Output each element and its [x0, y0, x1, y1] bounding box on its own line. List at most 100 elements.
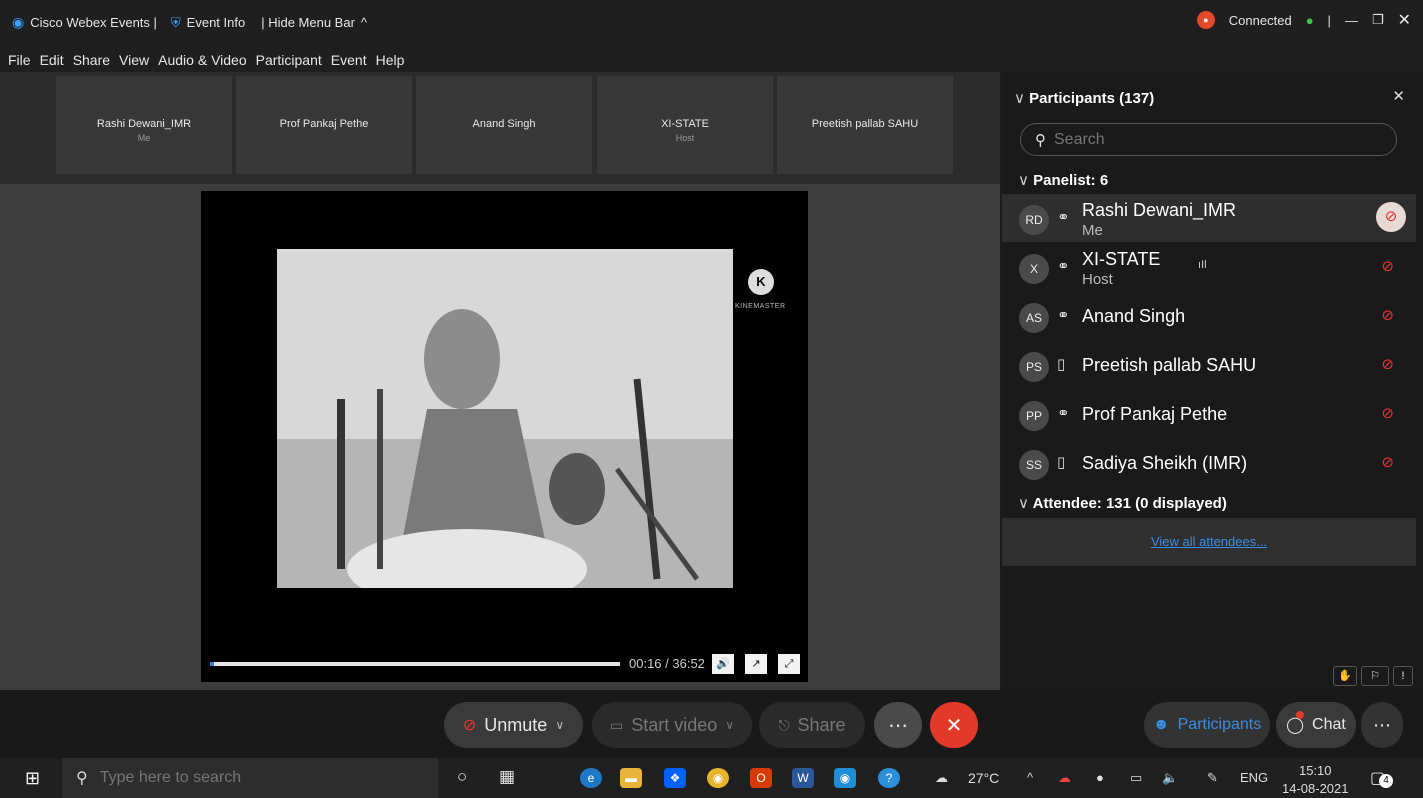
menu-help[interactable]: Help — [376, 52, 405, 68]
pen-icon[interactable]: ✎ — [1207, 770, 1218, 786]
participant-row[interactable]: RD ⚭ Rashi Dewani_IMR Me ⊘ — [1002, 194, 1416, 242]
word-icon[interactable]: W — [792, 768, 814, 788]
task-view-icon[interactable]: ▦ — [499, 767, 515, 787]
participant-name: XI-STATE — [1082, 249, 1161, 269]
record-icon[interactable]: ● — [1196, 11, 1215, 29]
share-label: Share — [797, 714, 846, 735]
taskbar-search-input[interactable] — [99, 769, 400, 787]
onedrive-icon[interactable]: ☁ — [1058, 770, 1071, 786]
mic-muted-icon: ⊘ — [462, 717, 477, 734]
event-info-link[interactable]: Event Info — [187, 15, 246, 30]
taskbar-search[interactable]: ⚲ — [62, 758, 438, 798]
more-options-button[interactable]: ⋯ — [874, 702, 922, 748]
progress-bar[interactable] — [210, 662, 620, 666]
menu-view[interactable]: View — [119, 52, 149, 68]
windows-start-icon[interactable]: ⊞ — [25, 768, 40, 789]
search-input[interactable] — [1054, 130, 1374, 149]
alert-icon[interactable]: ! — [1393, 666, 1413, 686]
menu-audio-video[interactable]: Audio & Video — [158, 52, 246, 68]
volume-icon[interactable]: 🔊 — [712, 654, 734, 674]
chevron-down-icon[interactable]: ∨ — [555, 718, 564, 732]
raise-hand-icon[interactable]: ✋ — [1333, 666, 1357, 686]
menu-file[interactable]: File — [8, 52, 31, 68]
share-button[interactable]: ⎋ Share — [759, 702, 865, 748]
tile-preetish[interactable]: Preetish pallab SAHU — [777, 76, 953, 174]
attendee-section-header[interactable]: ∨ Attendee: 131 (0 displayed) — [1018, 494, 1227, 512]
volume-icon[interactable]: 🔈 — [1162, 770, 1178, 786]
shield-icon: ⛨ — [170, 14, 181, 30]
edge-icon[interactable]: e — [580, 768, 602, 788]
tray-expand-icon[interactable]: ^ — [1027, 770, 1033, 785]
cortana-icon[interactable]: ○ — [457, 767, 467, 787]
microphone-icon[interactable]: ● — [1096, 770, 1104, 785]
fullscreen-icon[interactable]: ⤢ — [778, 654, 800, 674]
tile-name: Preetish pallab SAHU — [811, 118, 919, 130]
participant-tiles: Rashi Dewani_IMR Me Prof Pankaj Pethe An… — [0, 72, 1000, 184]
tile-pankaj[interactable]: Prof Pankaj Pethe — [236, 76, 412, 174]
weather-icon[interactable]: ☁ — [935, 770, 948, 786]
close-icon[interactable]: ✕ — [1398, 10, 1411, 30]
more-panels-button[interactable]: ⋯ — [1361, 702, 1403, 748]
chat-toggle[interactable]: ◯ Chat — [1276, 702, 1356, 748]
view-all-attendees-link[interactable]: View all attendees... — [1151, 534, 1267, 549]
panel-close-icon[interactable]: ✕ — [1392, 87, 1405, 105]
office-icon[interactable]: O — [750, 768, 772, 788]
video-content — [277, 249, 733, 588]
clock[interactable]: 15:10 14-08-2021 — [1282, 762, 1349, 798]
mic-muted-icon[interactable]: ⊘ — [1381, 453, 1394, 471]
mic-muted-icon[interactable]: ⊘ — [1381, 404, 1394, 422]
mic-muted-icon[interactable]: ⊘ — [1381, 355, 1394, 373]
file-explorer-icon[interactable]: ▬ — [620, 768, 642, 788]
mic-muted-icon[interactable]: ⊘ — [1381, 306, 1394, 324]
participant-row[interactable]: AS ⚭ Anand Singh ⊘ — [1002, 292, 1416, 340]
help-icon[interactable]: ? — [878, 768, 900, 788]
participant-row[interactable]: SS ▯ Sadiya Sheikh (IMR) ⊘ — [1002, 439, 1416, 487]
minimize-icon[interactable]: — — [1345, 13, 1358, 28]
tile-name: XI-STATE — [661, 118, 709, 130]
webex-taskbar-icon[interactable]: ◉ — [834, 768, 856, 788]
menu-participant[interactable]: Participant — [256, 52, 322, 68]
mic-muted-icon[interactable]: ⊘ — [1376, 202, 1406, 232]
mic-muted-icon[interactable]: ⊘ — [1381, 257, 1394, 275]
more-icon: ⋯ — [888, 714, 908, 737]
restore-icon[interactable]: ❐ — [1372, 12, 1384, 28]
menu-event[interactable]: Event — [331, 52, 367, 68]
headset-icon: ⚭ — [1057, 209, 1070, 226]
tile-anand[interactable]: Anand Singh — [416, 76, 592, 174]
menu-edit[interactable]: Edit — [40, 52, 64, 68]
participant-row[interactable]: PP ⚭ Prof Pankaj Pethe ⊘ — [1002, 390, 1416, 438]
participants-label: Participants — [1177, 716, 1262, 733]
video-frame — [277, 249, 733, 588]
chevron-up-icon[interactable]: ^ — [361, 15, 367, 30]
language-indicator[interactable]: ENG — [1240, 770, 1268, 785]
start-video-button[interactable]: ▭ Start video ∨ — [592, 702, 752, 748]
chat-unread-dot — [1296, 711, 1305, 719]
notification-icon[interactable]: ▢ 4 — [1370, 768, 1393, 788]
battery-icon[interactable]: ▭ — [1130, 770, 1142, 786]
participants-icon: ☻ — [1152, 716, 1170, 733]
unmute-button[interactable]: ⊘ Unmute ∨ — [444, 702, 583, 748]
connection-status: Connected — [1228, 12, 1292, 28]
weather-temp[interactable]: 27°C — [968, 770, 999, 786]
participant-row[interactable]: X ⚭ XI-STATE Host ıIl ⊘ — [1002, 243, 1416, 291]
menu-share[interactable]: Share — [73, 52, 110, 68]
tile-rashi[interactable]: Rashi Dewani_IMR Me — [56, 76, 232, 174]
chrome-icon[interactable]: ◉ — [707, 768, 729, 788]
chevron-down-icon[interactable]: ∨ — [1014, 90, 1025, 107]
leave-button[interactable]: ✕ — [930, 702, 978, 748]
windows-taskbar: ⊞ ⚲ ○ ▦ e ▬ ❖ ◉ O W ◉ ? ☁ 27°C ^ ☁ ● ▭ 🔈… — [0, 758, 1423, 798]
pop-out-icon[interactable]: ↗ — [745, 654, 767, 674]
panelist-section-header[interactable]: ∨ Panelist: 6 — [1018, 171, 1108, 189]
close-icon: ✕ — [945, 714, 963, 737]
video-player[interactable]: K KINEMASTER 00:16 / 36:52 🔊 ↗ ⤢ — [201, 191, 808, 682]
participants-toggle[interactable]: ☻ Participants — [1144, 702, 1270, 748]
participant-row[interactable]: PS ▯ Preetish pallab SAHU ⊘ — [1002, 341, 1416, 389]
chevron-down-icon: ∨ — [725, 718, 735, 732]
participant-search[interactable]: ⚲ — [1020, 123, 1397, 156]
tile-xistate[interactable]: XI-STATE Host — [597, 76, 773, 174]
panel-header[interactable]: ∨ Participants (137) — [1014, 89, 1154, 107]
hide-menu-bar-toggle[interactable]: | Hide Menu Bar — [261, 15, 355, 30]
dropbox-icon[interactable]: ❖ — [664, 768, 686, 788]
attendee-count: Attendee: 131 (0 displayed) — [1032, 495, 1227, 512]
reaction-icon[interactable]: ⚐ — [1361, 666, 1389, 686]
